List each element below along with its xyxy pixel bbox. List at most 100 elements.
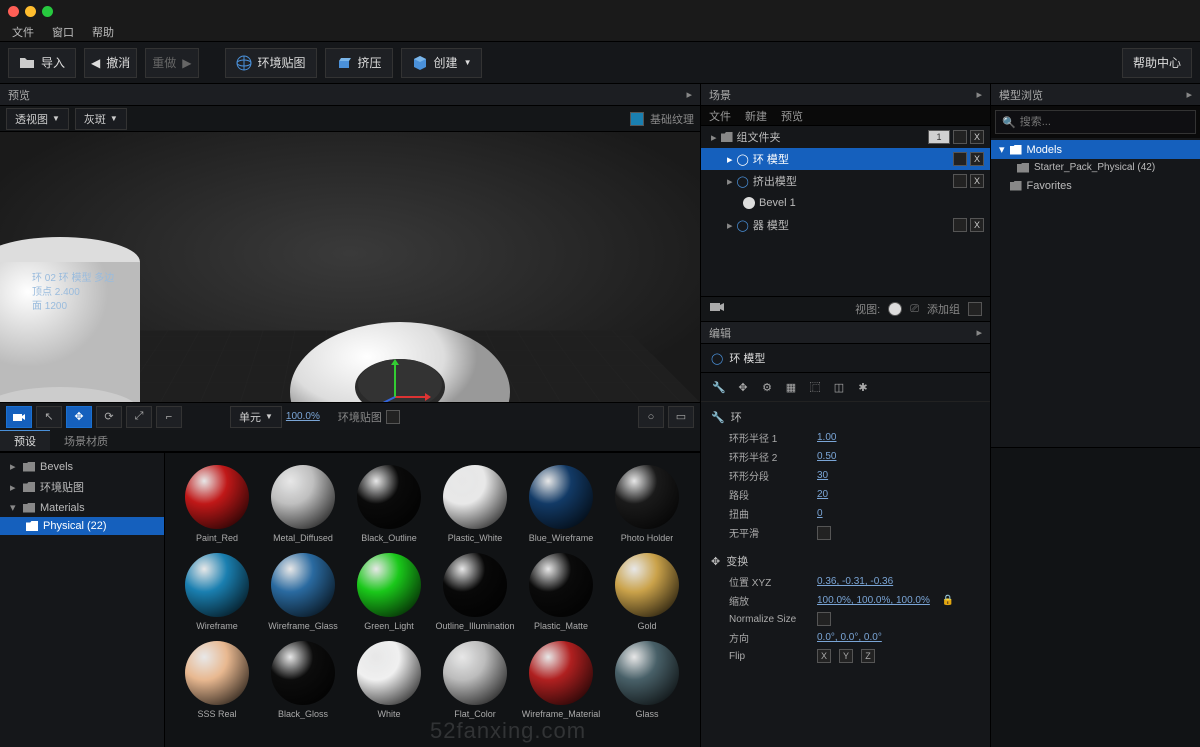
select-tool[interactable]: ↖ xyxy=(36,406,62,428)
delete-button[interactable]: X xyxy=(970,174,984,188)
undo-button[interactable]: ◀ 撤消 xyxy=(84,48,137,78)
tree-physical[interactable]: Physical (22) xyxy=(0,517,164,535)
panel-collapse-icon[interactable]: ▸ xyxy=(976,326,982,339)
smooth-checkbox[interactable] xyxy=(817,526,831,540)
zoom-value[interactable]: 100.0% xyxy=(286,411,320,422)
tree-bevels[interactable]: ▸Bevels xyxy=(0,457,164,476)
section-ring[interactable]: 🔧环 xyxy=(701,406,990,428)
move-icon[interactable]: ✥ xyxy=(735,379,751,395)
lib-models[interactable]: ▾Models xyxy=(991,140,1200,159)
material-photo-holder[interactable]: Photo Holder xyxy=(607,465,687,543)
axis-tool[interactable]: ⌐ xyxy=(156,406,182,428)
viewport-rect-toggle[interactable]: ▭ xyxy=(668,406,694,428)
scene-item[interactable]: ▸◯环 模型X xyxy=(701,148,990,170)
shading-dropdown[interactable]: 灰斑 ▼ xyxy=(75,108,127,130)
move-tool[interactable]: ✥ xyxy=(66,406,92,428)
maximize-window-button[interactable] xyxy=(42,6,53,17)
view-mode-dropdown[interactable]: 透视图 ▼ xyxy=(6,108,69,130)
material-glass[interactable]: Glass xyxy=(607,641,687,719)
settings-icon[interactable]: ✱ xyxy=(855,379,871,395)
material-wireframe[interactable]: Wireframe xyxy=(177,553,257,631)
viewport-circle-toggle[interactable]: ○ xyxy=(638,406,664,428)
tab-presets[interactable]: 预设 xyxy=(0,430,50,451)
grid-icon[interactable]: ▦ xyxy=(783,379,799,395)
material-metal-diffused[interactable]: Metal_Diffused xyxy=(263,465,343,543)
units-dropdown[interactable]: 单元▼ xyxy=(230,406,282,428)
material-plastic-white[interactable]: Plastic_White xyxy=(435,465,515,543)
menu-help[interactable]: 帮助 xyxy=(92,24,114,40)
minimize-window-button[interactable] xyxy=(25,6,36,17)
material-sss-real[interactable]: SSS Real xyxy=(177,641,257,719)
prop-value[interactable]: 100.0%, 100.0%, 100.0% xyxy=(817,595,930,606)
wrench-icon[interactable]: 🔧 xyxy=(711,379,727,395)
visibility-toggle[interactable] xyxy=(953,152,967,166)
expand-icon[interactable]: ▸ xyxy=(711,131,717,144)
camera-icon[interactable] xyxy=(709,301,725,317)
section-transform[interactable]: ✥变换 xyxy=(701,550,990,572)
create-button[interactable]: 创建 ▼ xyxy=(401,48,483,78)
env-toggle[interactable] xyxy=(386,410,400,424)
panel-collapse-icon[interactable]: ▸ xyxy=(686,88,692,101)
library-search[interactable]: 🔍 xyxy=(995,110,1196,134)
lib-starter-pack[interactable]: Starter_Pack_Physical (42) xyxy=(991,159,1200,176)
layers-icon[interactable]: ◫ xyxy=(831,379,847,395)
help-center-button[interactable]: 帮助中心 xyxy=(1122,48,1192,78)
lib-favorites[interactable]: ▸Favorites xyxy=(991,176,1200,195)
expand-icon[interactable]: ▸ xyxy=(727,153,733,166)
prop-value[interactable]: 0.0°, 0.0°, 0.0° xyxy=(817,632,882,643)
prop-value[interactable]: 1.00 xyxy=(817,432,836,443)
visibility-toggle[interactable] xyxy=(953,130,967,144)
delete-button[interactable]: X xyxy=(970,218,984,232)
envmap-button[interactable]: 环境贴图 xyxy=(225,48,317,78)
panel-collapse-icon[interactable]: ▸ xyxy=(976,88,982,101)
material-flat-color[interactable]: Flat_Color xyxy=(435,641,515,719)
redo-button[interactable]: 重做 ▶ xyxy=(145,48,198,78)
material-black-outline[interactable]: Black_Outline xyxy=(349,465,429,543)
gear-icon[interactable]: ⚙ xyxy=(759,379,775,395)
lock-icon[interactable]: 🔒 xyxy=(942,595,954,606)
menu-window[interactable]: 窗口 xyxy=(52,24,74,40)
3d-viewport[interactable]: z 环 02 环 模型 多边 顶点 2.400 面 1200 xyxy=(0,132,700,402)
expand-icon[interactable]: ▸ xyxy=(727,219,733,232)
camera-tool[interactable] xyxy=(6,406,32,428)
flip-y-button[interactable]: Y xyxy=(839,649,853,663)
library-search-input[interactable] xyxy=(1020,116,1189,128)
scene-preview-menu[interactable]: 预览 xyxy=(781,108,803,124)
flip-z-button[interactable]: Z xyxy=(861,649,875,663)
scene-item[interactable]: ▸组文件夹1X xyxy=(701,126,990,148)
transform-gizmo[interactable]: z xyxy=(375,357,435,402)
visibility-toggle[interactable] xyxy=(953,174,967,188)
scene-new-menu[interactable]: 新建 xyxy=(745,108,767,124)
material-green-light[interactable]: Green_Light xyxy=(349,553,429,631)
material-plastic-matte[interactable]: Plastic_Matte xyxy=(521,553,601,631)
material-white[interactable]: White xyxy=(349,641,429,719)
tree-envmaps[interactable]: ▸环境贴图 xyxy=(0,476,164,498)
scene-item[interactable]: ▸◯器 模型X xyxy=(701,214,990,236)
prop-value[interactable]: 0.50 xyxy=(817,451,836,462)
rotate-tool[interactable]: ⟳ xyxy=(96,406,122,428)
camera-view-dot[interactable] xyxy=(888,302,902,316)
visibility-toggle[interactable] xyxy=(953,218,967,232)
menu-file[interactable]: 文件 xyxy=(12,24,34,40)
flip-x-button[interactable]: X xyxy=(817,649,831,663)
scale-tool[interactable]: ⤢ xyxy=(126,406,152,428)
panel-collapse-icon[interactable]: ▸ xyxy=(1186,88,1192,101)
prop-value[interactable]: 20 xyxy=(817,489,828,500)
layout-icon[interactable]: ⿸ xyxy=(807,379,823,395)
material-wireframe-glass[interactable]: Wireframe_Glass xyxy=(263,553,343,631)
extrude-button[interactable]: 挤压 xyxy=(325,48,393,78)
material-gold[interactable]: Gold xyxy=(607,553,687,631)
tree-materials[interactable]: ▾Materials xyxy=(0,498,164,517)
scene-file-menu[interactable]: 文件 xyxy=(709,108,731,124)
material-paint-red[interactable]: Paint_Red xyxy=(177,465,257,543)
tab-scene-materials[interactable]: 场景材质 xyxy=(50,430,122,451)
material-wireframe-material[interactable]: Wireframe_Material xyxy=(521,641,601,719)
expand-icon[interactable]: ▸ xyxy=(727,175,733,188)
prop-value[interactable]: 0.36, -0.31, -0.36 xyxy=(817,576,893,587)
delete-button[interactable]: X xyxy=(970,152,984,166)
viewport-toggle-a[interactable] xyxy=(630,112,644,126)
scene-item[interactable]: ▸◯挤出模型X xyxy=(701,170,990,192)
normalize-checkbox[interactable] xyxy=(817,612,831,626)
prop-value[interactable]: 30 xyxy=(817,470,828,481)
camera-toggle[interactable] xyxy=(968,302,982,316)
